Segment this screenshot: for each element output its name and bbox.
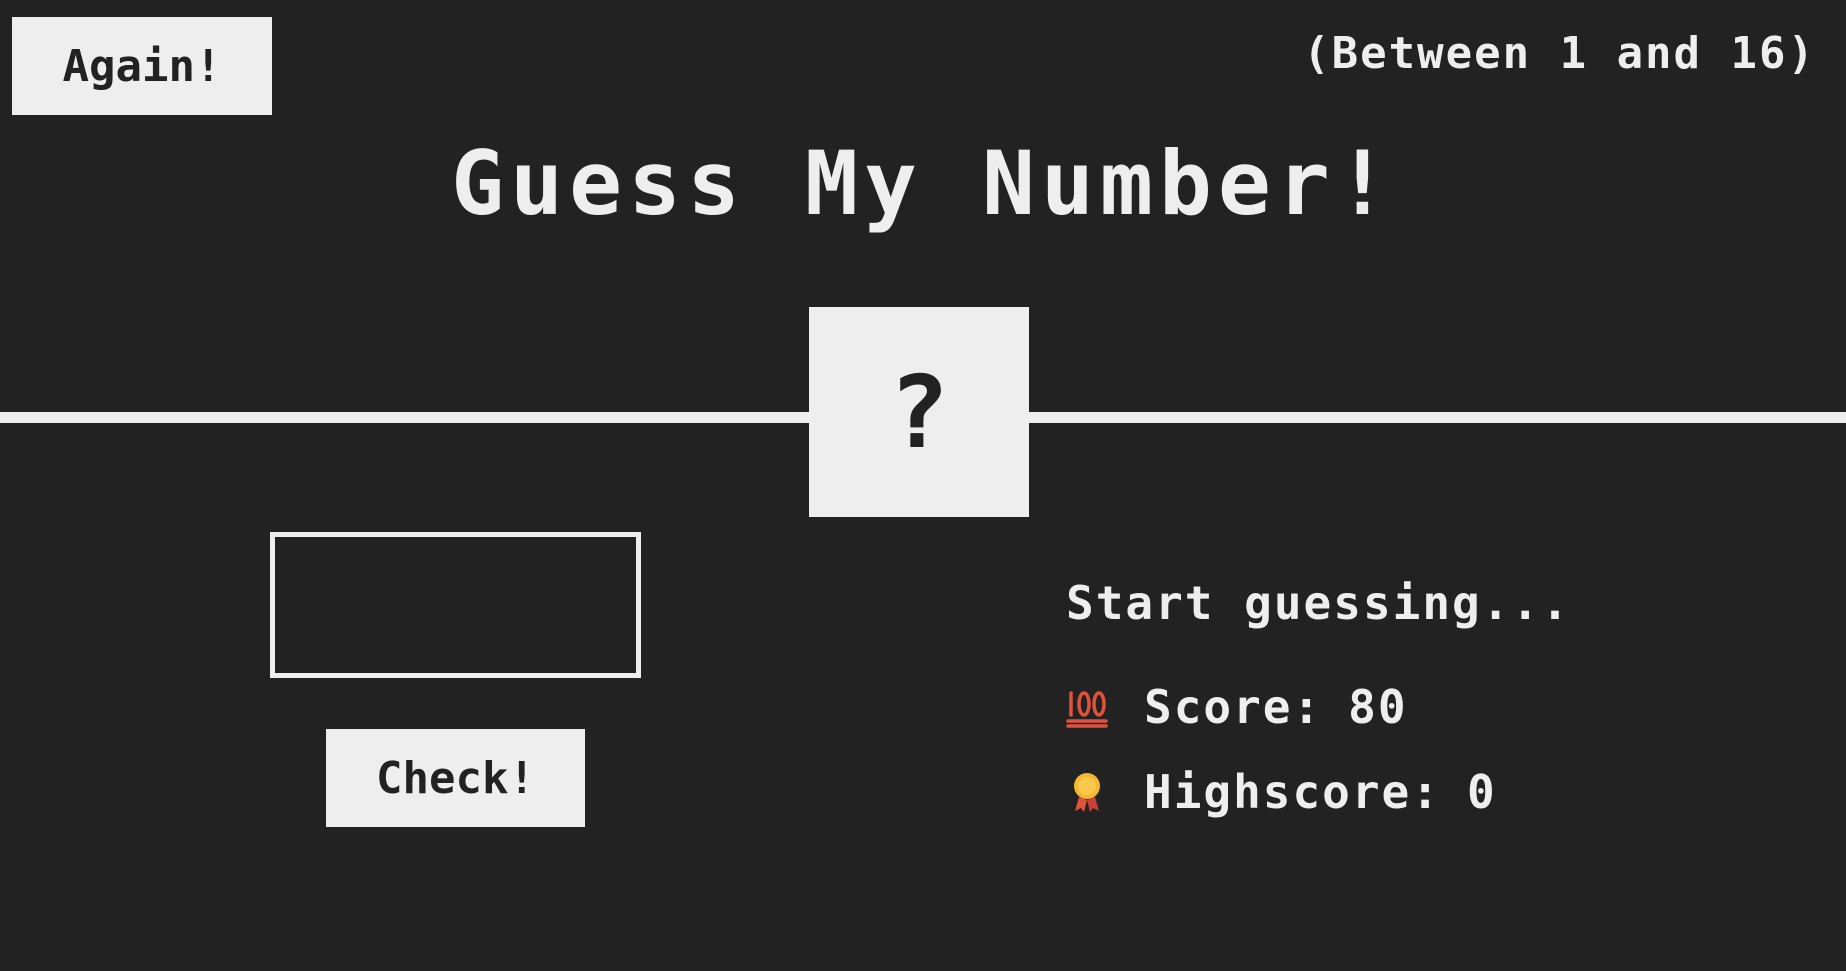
page-title: Guess My Number! bbox=[451, 132, 1395, 235]
hundred-points-icon bbox=[1066, 682, 1108, 732]
guess-input[interactable] bbox=[270, 532, 641, 678]
check-button[interactable]: Check! bbox=[326, 729, 585, 827]
status-message: Start guessing... bbox=[1066, 576, 1571, 630]
score-label: Score: bbox=[1144, 680, 1323, 734]
range-hint: (Between 1 and 16) bbox=[1303, 28, 1816, 79]
secret-number-box: ? bbox=[809, 307, 1029, 517]
highscore-label: Highscore: bbox=[1144, 765, 1441, 819]
again-button[interactable]: Again! bbox=[12, 17, 272, 115]
secret-number: ? bbox=[888, 353, 950, 471]
medal-icon bbox=[1066, 767, 1108, 817]
score-line: Score: 80 bbox=[1066, 680, 1408, 734]
highscore-value: 0 bbox=[1466, 765, 1497, 819]
score-value: 80 bbox=[1348, 680, 1408, 734]
highscore-line: Highscore: 0 bbox=[1066, 765, 1497, 819]
